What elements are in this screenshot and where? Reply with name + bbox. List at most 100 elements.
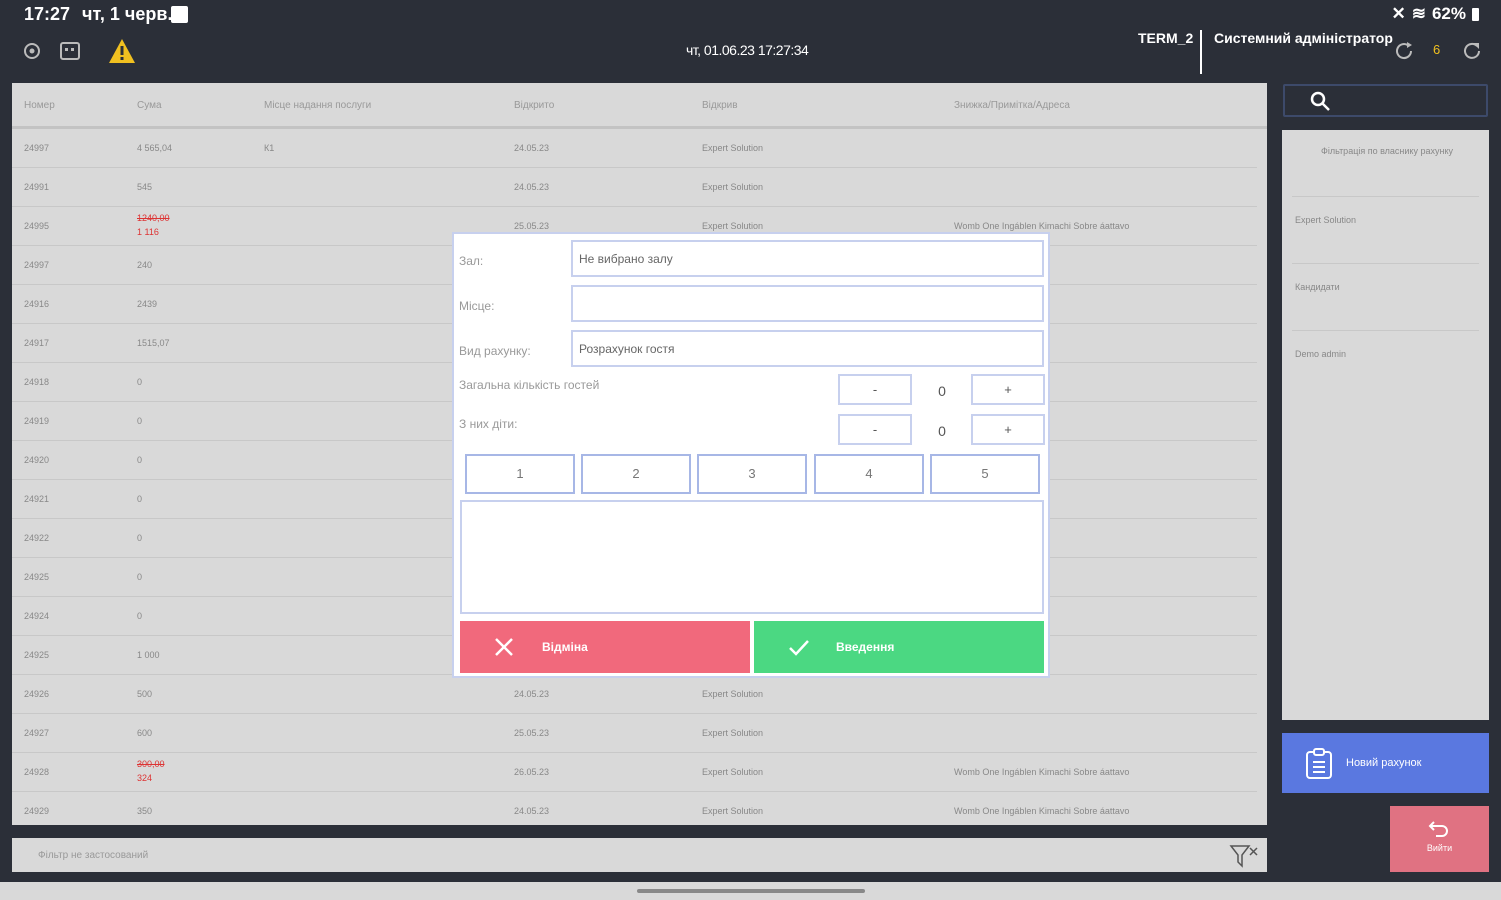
- cell-num: 24921: [24, 494, 50, 504]
- cell-by: Expert Solution: [702, 689, 764, 699]
- warning-icon[interactable]: [108, 38, 136, 64]
- undo-icon: [1428, 821, 1448, 837]
- cell-sum: 2439: [137, 299, 158, 309]
- children-increment-button[interactable]: +: [971, 414, 1045, 445]
- cancel-label: Відміна: [542, 640, 588, 654]
- header-divider: [1200, 30, 1202, 74]
- cell-num: 24926: [24, 689, 50, 699]
- comment-textarea[interactable]: [460, 500, 1044, 614]
- app-header: чт, 01.06.23 17:27:34 TERM_2 Системний а…: [0, 30, 1501, 74]
- cell-discounted-sum: 1 116: [137, 227, 159, 237]
- cell-note: Womb One Ingáblen Kimachi Sobre áattavo: [954, 221, 1130, 231]
- quick-guests-4-button[interactable]: 4: [814, 454, 924, 494]
- cell-sum: 545: [137, 182, 153, 192]
- col-place[interactable]: Місце надання послуги: [264, 100, 371, 111]
- guests-decrement-button[interactable]: -: [838, 374, 912, 405]
- quick-guests-2-button[interactable]: 2: [581, 454, 691, 494]
- cell-num: 24997: [24, 143, 50, 153]
- cell-sum: 0: [137, 533, 143, 543]
- place-select[interactable]: [571, 285, 1044, 322]
- quick-guests-3-button[interactable]: 3: [697, 454, 807, 494]
- cell-by: Expert Solution: [702, 806, 764, 816]
- table-row[interactable]: 24928 300,00 26.05.23 Expert Solution Womb O…: [12, 753, 1257, 792]
- new-order-button[interactable]: Новий рахунок: [1282, 733, 1489, 793]
- clipboard-icon: [1306, 748, 1332, 779]
- cell-num: 24929: [24, 806, 50, 816]
- col-note[interactable]: Знижка/Примітка/Адреса: [954, 100, 1070, 111]
- table-row[interactable]: 24926 500 24.05.23 Expert Solution: [12, 675, 1257, 714]
- exit-button[interactable]: Вийти: [1390, 806, 1489, 872]
- cell-sum: 0: [137, 611, 143, 621]
- cell-sum: 1515,07: [137, 338, 170, 348]
- cell-opened: 25.05.23: [514, 728, 550, 738]
- header-datetime: чт, 01.06.23 17:27:34: [686, 42, 809, 58]
- exit-label: Вийти: [1426, 843, 1453, 853]
- cell-num: 24925: [24, 650, 50, 660]
- col-sum[interactable]: Сума: [137, 100, 162, 111]
- cell-opened: 25.05.23: [514, 221, 550, 231]
- cell-num: 24991: [24, 182, 50, 192]
- terminal-name: TERM_2: [1138, 30, 1194, 46]
- table-row[interactable]: 24991 545 24.05.23 Expert Solution: [12, 168, 1257, 207]
- cell-opened: 24.05.23: [514, 689, 550, 699]
- table-header: Номер Сума Місце надання послуги Відкрит…: [12, 83, 1267, 129]
- cell-num: 24927: [24, 728, 50, 738]
- cell-by: Expert Solution: [702, 728, 764, 738]
- mute-icon: ✕: [1391, 4, 1406, 23]
- table-row[interactable]: 24929 350 24.05.23 Expert Solution Womb One …: [12, 792, 1257, 825]
- hall-select[interactable]: Не вибрано залу: [571, 240, 1044, 277]
- owner-item-candidates[interactable]: Кандидати: [1292, 264, 1479, 331]
- quick-guests-1-button[interactable]: 1: [465, 454, 575, 494]
- cell-note: Womb One Ingáblen Kimachi Sobre áattavo: [954, 767, 1130, 777]
- children-decrement-button[interactable]: -: [838, 414, 912, 445]
- table-row[interactable]: 24927 600 25.05.23 Expert Solution: [12, 714, 1257, 753]
- calendar-icon: [171, 6, 188, 23]
- home-gesture-bar[interactable]: [637, 889, 865, 893]
- clear-filter-icon[interactable]: [1229, 842, 1259, 870]
- cell-discounted-sum: 324: [137, 773, 153, 783]
- children-count: 0: [938, 423, 946, 439]
- refresh-icon[interactable]: [1460, 40, 1482, 62]
- checkmark-icon: [789, 640, 809, 656]
- cell-sum: 0: [137, 416, 143, 426]
- table-row[interactable]: 24997 4 565,04 К1 24.05.23 Expert Solution: [12, 129, 1257, 168]
- search-input[interactable]: [1283, 84, 1488, 117]
- confirm-button[interactable]: Введення: [754, 621, 1044, 673]
- cell-place: К1: [264, 143, 275, 153]
- cell-by: Expert Solution: [702, 182, 764, 192]
- guests-label: Загальна кількість гостей: [459, 378, 600, 392]
- col-opened[interactable]: Відкрито: [514, 100, 554, 111]
- cell-sum: 1 000: [137, 650, 160, 660]
- cell-num: 24916: [24, 299, 50, 309]
- cell-sum: 0: [137, 455, 143, 465]
- user-name: Системний адміністратор: [1214, 30, 1393, 46]
- owner-filter-panel: Фільтрація по власнику рахунку Expert So…: [1282, 130, 1489, 720]
- status-time: 17:27: [24, 4, 71, 24]
- order-type-select[interactable]: Розрахунок гостя: [571, 330, 1044, 367]
- cancel-button[interactable]: Відміна: [460, 621, 750, 673]
- battery-level: 62%: [1431, 4, 1466, 23]
- cell-opened: 24.05.23: [514, 182, 550, 192]
- status-bar: 17:27 чт, 1 черв. ✕ ≋ 62%: [0, 0, 1501, 30]
- owner-item-expert-solution[interactable]: Expert Solution: [1292, 197, 1479, 264]
- quick-guests-5-button[interactable]: 5: [930, 454, 1040, 494]
- cell-sum: 350: [137, 806, 153, 816]
- close-icon: [495, 638, 513, 656]
- sync-icon[interactable]: [1393, 40, 1415, 62]
- cell-sum: 0: [137, 494, 143, 504]
- owner-item-demo-admin[interactable]: Demo admin: [1292, 331, 1479, 398]
- new-order-label: Новий рахунок: [1346, 757, 1422, 769]
- col-number[interactable]: Номер: [24, 100, 55, 111]
- guests-increment-button[interactable]: +: [971, 374, 1045, 405]
- cell-num: 24917: [24, 338, 50, 348]
- calculator-icon[interactable]: [59, 40, 81, 62]
- cell-num: 24919: [24, 416, 50, 426]
- col-opened-by[interactable]: Відкрив: [702, 100, 738, 111]
- settings-icon[interactable]: [21, 40, 43, 62]
- place-label: Місце:: [459, 299, 495, 313]
- cell-sum: 500: [137, 689, 153, 699]
- cell-sum: 300,00: [137, 759, 165, 769]
- cell-num: 24995: [24, 221, 50, 231]
- cell-sum: 0: [137, 572, 143, 582]
- cell-opened: 26.05.23: [514, 767, 550, 777]
